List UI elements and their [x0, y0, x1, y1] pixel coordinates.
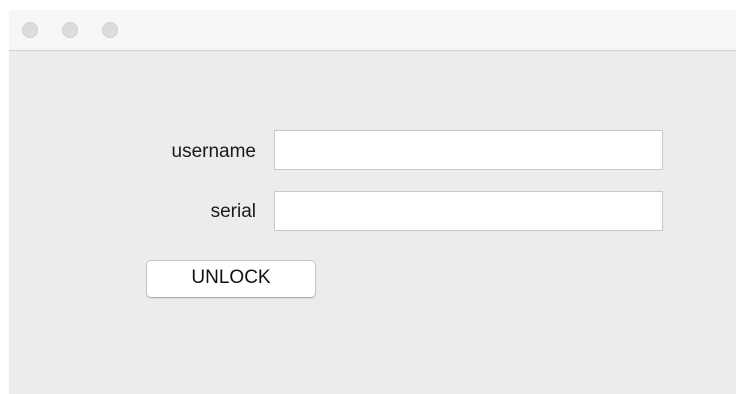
- unlock-button[interactable]: UNLOCK: [146, 260, 316, 298]
- serial-label: serial: [210, 201, 256, 222]
- app-window: username serial UNLOCK: [9, 10, 736, 394]
- close-window-button[interactable]: [22, 22, 38, 38]
- serial-input[interactable]: [274, 191, 663, 231]
- username-label: username: [171, 141, 257, 162]
- maximize-window-button[interactable]: [102, 22, 118, 38]
- title-bar[interactable]: [9, 10, 736, 51]
- username-input[interactable]: [274, 130, 663, 170]
- minimize-window-button[interactable]: [62, 22, 78, 38]
